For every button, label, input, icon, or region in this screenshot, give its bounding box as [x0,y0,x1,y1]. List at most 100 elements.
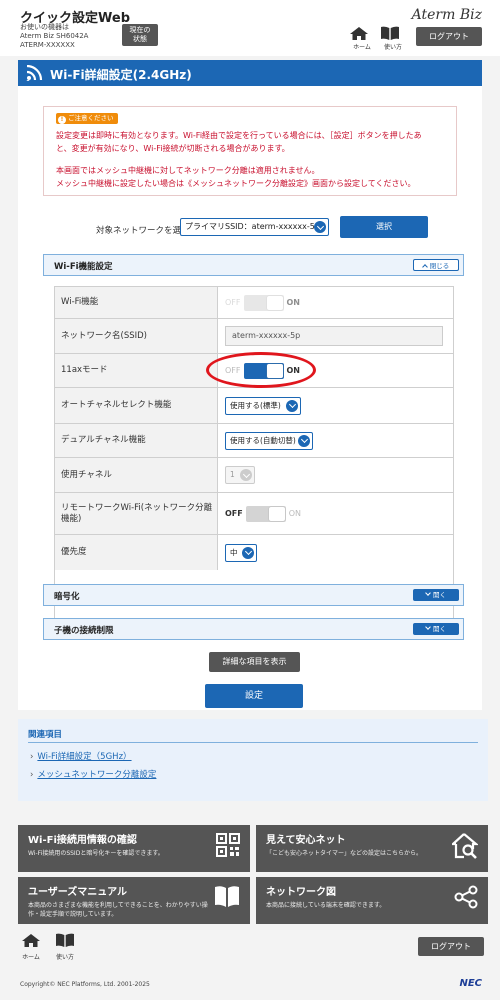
notice-text-4: メッシュ中継機に設定したい場合は《メッシュネットワーク分離設定》画面から設定して… [56,179,416,188]
chevron-down-icon [240,469,252,481]
tile-network-map[interactable]: ネットワーク図 本商品に接続している端末を確認できます。 [256,877,488,924]
tile-title: Wi-Fi接続用情報の確認 [28,835,137,846]
target-network-label: 対象ネットワークを選択 [96,226,190,236]
chevron-down-icon [314,221,326,233]
device-model: Aterm Biz SH6042A [20,32,89,40]
show-details-button[interactable]: 詳細な項目を表示 [209,652,300,672]
home-icon [350,27,368,40]
row-value: OFF ON [225,287,453,318]
share-network-icon [454,885,478,909]
on-label: ON [286,298,301,307]
select-value: 中 [230,547,238,557]
manual-label: 使い方 [383,44,402,51]
row-label: Wi-Fi機能 [55,287,218,318]
dual-channel-select[interactable]: 使用する(自動切替) [225,431,313,450]
tile-desc: 本商品のさまざまな機能を利用してできることを、わかりやすい操作・設定手順で説明し… [28,902,208,918]
wifi-settings-table: Wi-Fi機能 OFF ON ネットワーク名(SSID) aterm-xxxxx… [54,286,454,627]
footer-home-label: ホーム [22,954,40,961]
chevron-down-icon [286,399,298,412]
tile-wifi-connection-info[interactable]: Wi-Fi接続用情報の確認 Wi-Fi接続用のSSIDと暗号化キーを確認できます… [18,825,250,872]
footer-manual-label: 使い方 [55,954,74,961]
select-network-button[interactable]: 選択 [340,216,428,238]
tile-desc: 本商品に接続している端末を確認できます。 [266,902,386,909]
tile-title: ユーザーズマニュアル [28,887,127,898]
row-value: 使用する(標準) [225,388,453,423]
chevron-down-icon [425,590,431,596]
collapse-label: 閉じる [429,262,450,270]
row-label: 11axモード [55,354,218,387]
row-auto-channel: オートチャネルセレクト機能 使用する(標準) [55,388,453,424]
row-value: OFF ON [225,493,453,534]
expand-child-limit-button[interactable]: 開く [413,623,459,635]
save-button[interactable]: 設定 [205,684,303,708]
related-link-mesh-separation[interactable]: メッシュネットワーク分離設定 [30,768,156,780]
expand-label: 開く [433,625,446,633]
remote-work-toggle[interactable] [245,505,286,522]
row-label: デュアルチャネル機能 [55,424,218,457]
channel-select[interactable]: 1 [225,466,255,484]
expand-encryption-button[interactable]: 開く [413,589,459,601]
encryption-title: 暗号化 [54,592,80,602]
brand-logo: Aterm Biz [411,7,482,23]
nec-logo: NEC [459,978,482,989]
caution-badge: ! ご注意ください [56,113,118,124]
row-label: オートチャネルセレクト機能 [55,388,218,423]
auto-channel-select[interactable]: 使用する(標準) [225,396,301,415]
collapse-button[interactable]: 閉じる [413,259,459,271]
notice-text-2: と、変更が有効になり、Wi-Fi接続が切断される場合があります。 [56,144,290,153]
page-title-bar: Wi-Fi詳細設定(2.4GHz) [18,60,482,86]
row-ssid: ネットワーク名(SSID) aterm-xxxxxx-5p [55,319,453,354]
page-title: Wi-Fi詳細設定(2.4GHz) [50,68,192,82]
tile-title: 見えて安心ネット [266,835,346,846]
row-label: ネットワーク名(SSID) [55,319,218,353]
chevron-down-icon [425,624,431,630]
child-limit-header[interactable]: 子機の接続制限 開く [43,618,464,640]
off-label: OFF [225,509,243,518]
wifi-icon [26,65,43,81]
encryption-header[interactable]: 暗号化 開く [43,584,464,606]
logout-button[interactable]: ログアウト [416,27,482,46]
toggle-knob [266,295,283,310]
status-button-label-1: 現在の [129,26,151,34]
row-dual-channel: デュアルチャネル機能 使用する(自動切替) [55,424,453,458]
related-items: 関連項目 Wi-Fi詳細設定（5GHz） メッシュネットワーク分離設定 [18,719,488,801]
exclamation-icon: ! [58,116,66,124]
select-value: 1 [230,470,235,479]
row-channel: 使用チャネル 1 [55,458,453,493]
book-icon [56,933,74,947]
tile-mieru-anshin-net[interactable]: 見えて安心ネット 「こども安心ネットタイマー」などの設定はこちらから。 [256,825,488,872]
row-remote-work-wifi: リモートワークWi-Fi(ネットワーク分離機能) OFF ON [55,493,453,535]
chevron-up-icon [421,264,428,270]
target-network-value: プライマリSSID：aterm-xxxxxx-5p [185,222,320,231]
related-divider [28,742,478,743]
ssid-input[interactable]: aterm-xxxxxx-5p [225,326,443,346]
qr-code-icon [216,833,240,857]
expand-label: 開く [433,591,446,599]
row-label: 使用チャネル [55,458,218,492]
child-limit-title: 子機の接続制限 [54,626,114,636]
target-network-select[interactable]: プライマリSSID：aterm-xxxxxx-5p [180,218,329,236]
caution-badge-label: ご注意ください [68,114,114,122]
off-label: OFF [225,298,241,307]
priority-select[interactable]: 中 [225,543,257,562]
copyright: Copyright© NEC Platforms, Ltd. 2001-2025 [20,981,150,988]
header: クイック設定Web お使いの機器は Aterm Biz SH6042A ATER… [0,0,500,56]
manual-nav[interactable]: 使い方 [380,26,406,51]
row-wifi-function: Wi-Fi機能 OFF ON [55,287,453,319]
tile-users-manual[interactable]: ユーザーズマニュアル 本商品のさまざまな機能を利用してできることを、わかりやすい… [18,877,250,924]
home-nav[interactable]: ホーム [349,26,375,51]
row-value: aterm-xxxxxx-5p [225,319,453,353]
chevron-down-icon [242,546,254,559]
wifi-settings-header[interactable]: Wi-Fi機能設定 閉じる [43,254,464,276]
related-link-wifi-5ghz[interactable]: Wi-Fi詳細設定（5GHz） [30,750,131,762]
caution-notice: ! ご注意ください 設定変更は即時に有効となります。Wi-Fi経由で設定を行ってい… [43,106,457,196]
footer-manual-nav[interactable]: 使い方 [52,933,78,961]
wifi-function-toggle[interactable] [243,294,284,311]
footer-logout-button[interactable]: ログアウト [418,937,484,956]
current-status-button[interactable]: 現在の 状態 [122,24,158,46]
related-heading: 関連項目 [28,730,63,740]
footer-home-nav[interactable]: ホーム [18,933,44,961]
device-name: ATERM-XXXXXX [20,41,75,49]
device-info-line: お使いの機器は [20,23,69,31]
tile-desc: Wi-Fi接続用のSSIDと暗号化キーを確認できます。 [28,850,164,857]
